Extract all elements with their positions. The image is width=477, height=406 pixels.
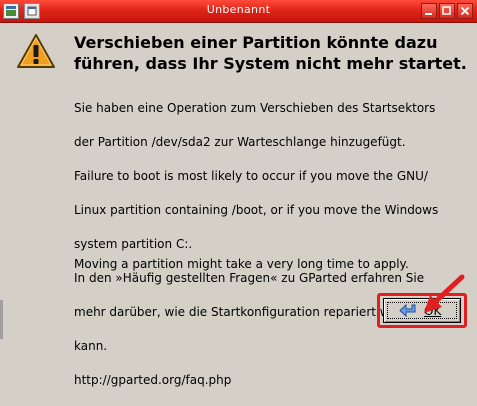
message-line: Failure to boot is most likely to occur … xyxy=(74,169,428,183)
faq-link-text: http://gparted.org/faq.php xyxy=(74,373,232,387)
window-edge xyxy=(0,300,3,339)
message-line: Linux partition containing /boot, or if … xyxy=(74,203,439,217)
title-bar[interactable]: Unbenannt xyxy=(0,0,477,23)
dialog-window: Unbenannt Verschieben einer Partition kö… xyxy=(0,0,477,387)
message-line: der Partition /dev/sda2 zur Warteschlang… xyxy=(74,135,406,149)
annotation-arrow-icon xyxy=(424,274,465,313)
apply-note: Moving a partition might take a very lon… xyxy=(74,257,409,271)
window-title: Unbenannt xyxy=(206,3,271,16)
message-line: Sie haben eine Operation zum Verschieben… xyxy=(74,101,436,115)
dialog-message: Sie haben eine Operation zum Verschieben… xyxy=(74,83,469,406)
dialog-body: Verschieben einer Partition könnte dazu … xyxy=(0,23,477,387)
message-line: system partition C:. xyxy=(74,237,193,251)
message-line: kann. xyxy=(74,339,108,353)
ok-arrow-icon xyxy=(399,303,416,318)
close-icon[interactable] xyxy=(457,3,473,19)
minimize-icon[interactable] xyxy=(421,3,437,19)
maximize-icon[interactable] xyxy=(439,3,455,19)
dialog-heading: Verschieben einer Partition könnte dazu … xyxy=(74,33,467,73)
warning-icon xyxy=(17,34,55,68)
